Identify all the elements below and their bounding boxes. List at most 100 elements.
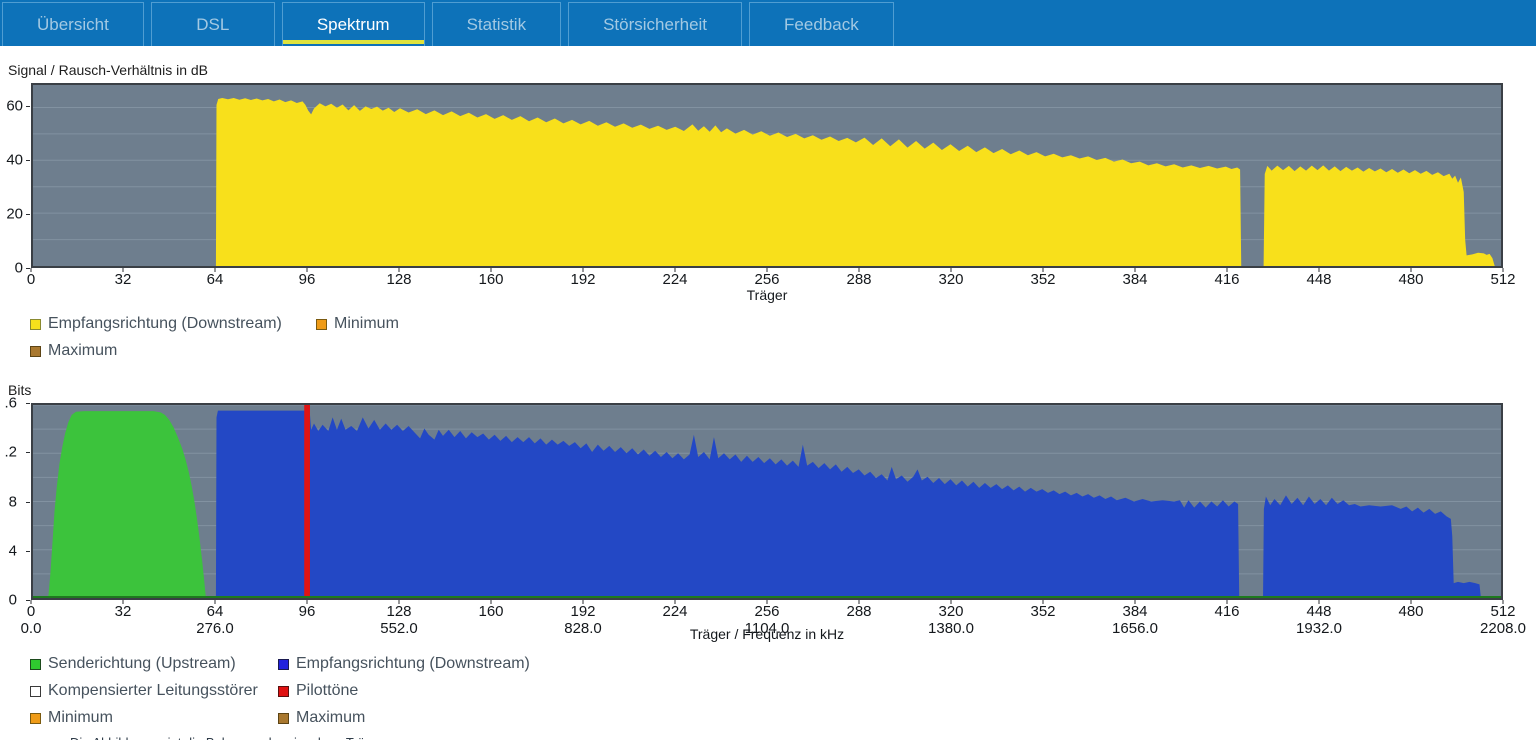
x-tick-label: 448 <box>1306 603 1331 620</box>
snr-chart-svg <box>33 85 1501 266</box>
tab-label: DSL <box>196 15 229 35</box>
freq-tick-label: 2208.0 <box>1480 620 1526 637</box>
downstream-swatch-icon <box>30 319 41 330</box>
legend-item-minimum: Minimum <box>30 709 278 727</box>
legend-label: Kompensierter Leitungsstörer <box>48 682 258 700</box>
x-tick-label: 288 <box>846 271 871 288</box>
tab-stoersicherheit[interactable]: Störsicherheit <box>568 2 742 46</box>
y-tick-label: 8 <box>9 494 17 509</box>
y-tick-mark <box>26 452 30 453</box>
x-tick-label: 416 <box>1214 271 1239 288</box>
dsl-spektrum-page: Übersicht DSL Spektrum Statistik Störsicherh… <box>0 0 1536 740</box>
freq-tick-label: 828.0 <box>564 620 602 637</box>
legend-item-upstream: Senderichtung (Upstream) <box>30 655 278 673</box>
tab-spektrum[interactable]: Spektrum <box>282 2 425 46</box>
freq-tick-label: 276.0 <box>196 620 234 637</box>
tab-label: Feedback <box>784 15 859 35</box>
x-tick-label: 192 <box>570 603 595 620</box>
downstream-swatch-icon <box>278 659 289 670</box>
maximum-swatch-icon <box>30 346 41 357</box>
tab-label: Störsicherheit <box>603 15 707 35</box>
y-tick-label: .2 <box>4 445 17 460</box>
x-tick-label: 448 <box>1306 271 1331 288</box>
x-tick-label: 480 <box>1398 603 1423 620</box>
x-tick-label: 96 <box>299 603 316 620</box>
x-tick-label: 128 <box>386 603 411 620</box>
bits-chart-svg <box>33 405 1501 598</box>
bits-legend: Senderichtung (Upstream)Empfangsrichtung… <box>30 655 650 727</box>
bits-chart-title: Bits <box>0 382 1536 398</box>
snr-x-axis: Träger 032649612816019222425628832035238… <box>31 268 1503 308</box>
bits-chart-section: Bits .6.2840 Träger / Frequenz in kHz 03… <box>0 382 1536 727</box>
tab-statistik[interactable]: Statistik <box>432 2 562 46</box>
legend-label: Empfangsrichtung (Downstream) <box>48 315 282 333</box>
snr-plot-area <box>31 83 1503 268</box>
x-tick-label: 384 <box>1122 271 1147 288</box>
x-tick-label: 64 <box>207 603 224 620</box>
x-tick-label: 0 <box>27 271 35 288</box>
y-tick-mark <box>26 268 30 269</box>
x-tick-label: 288 <box>846 603 871 620</box>
legend-item-downstream: Empfangsrichtung (Downstream) <box>278 655 650 673</box>
bits-chart-row: .6.2840 <box>0 403 1536 600</box>
x-tick-label: 352 <box>1030 271 1055 288</box>
y-tick-mark <box>26 600 30 601</box>
x-tick-label: 224 <box>662 603 687 620</box>
x-tick-label: 160 <box>478 271 503 288</box>
x-tick-label: 0 <box>27 603 35 620</box>
snr-legend: Empfangsrichtung (Downstream) Minimum Maxi… <box>30 315 650 360</box>
kompensierter-leitungsstoerer-swatch-icon <box>30 686 41 697</box>
legend-item-kompensierter-leitungsstoerer: Kompensierter Leitungsstörer <box>30 682 278 700</box>
y-tick-mark <box>26 106 30 107</box>
snr-chart-title: Signal / Rausch-Verhältnis in dB <box>0 62 1536 78</box>
tab-feedback[interactable]: Feedback <box>749 2 894 46</box>
upstream-swatch-icon <box>30 659 41 670</box>
y-tick-label: 0 <box>9 593 17 608</box>
x-tick-label: 352 <box>1030 603 1055 620</box>
freq-tick-label: 1656.0 <box>1112 620 1158 637</box>
legend-item-downstream: Empfangsrichtung (Downstream) <box>30 315 316 333</box>
legend-label: Maximum <box>48 342 117 360</box>
y-tick-mark <box>26 403 30 404</box>
freq-tick-label: 1104.0 <box>745 620 790 637</box>
x-tick-label: 480 <box>1398 271 1423 288</box>
legend-label: Maximum <box>296 709 365 727</box>
y-tick-label: 20 <box>6 206 23 221</box>
y-tick-label: 60 <box>6 98 23 113</box>
x-tick-label: 256 <box>754 271 779 288</box>
tab-bar: Übersicht DSL Spektrum Statistik Störsicherh… <box>0 0 1536 46</box>
minimum-swatch-icon <box>316 319 327 330</box>
minimum-swatch-icon <box>30 713 41 724</box>
y-tick-mark <box>26 160 30 161</box>
downstream-bits-area <box>33 411 1501 598</box>
legend-item-pilottoene: Pilottöne <box>278 682 650 700</box>
x-tick-label: 160 <box>478 603 503 620</box>
maximum-swatch-icon <box>278 713 289 724</box>
x-tick-label: 512 <box>1490 271 1515 288</box>
legend-item-maximum: Maximum <box>278 709 650 727</box>
snr-y-axis-labels: 6040200 <box>0 83 30 268</box>
freq-tick-label: 1932.0 <box>1296 620 1342 637</box>
freq-tick-label: 1380.0 <box>928 620 974 637</box>
tab-dsl[interactable]: DSL <box>151 2 275 46</box>
freq-tick-label: 552.0 <box>380 620 418 637</box>
x-tick-label: 384 <box>1122 603 1147 620</box>
clipped-paragraph: Die Abbildung zeigt die Belegung der ein… <box>70 736 387 740</box>
tab-label: Statistik <box>467 15 527 35</box>
downstream-snr-area <box>33 98 1501 266</box>
legend-label: Minimum <box>334 315 399 333</box>
snr-chart-row: 6040200 <box>0 83 1536 268</box>
y-tick-mark <box>26 214 30 215</box>
snr-x-axis-title: Träger <box>747 287 788 303</box>
y-tick-label: 40 <box>6 152 23 167</box>
tab-label: Übersicht <box>37 15 109 35</box>
bits-x-axis: Träger / Frequenz in kHz 032649612816019… <box>31 600 1503 648</box>
x-tick-label: 32 <box>115 271 132 288</box>
y-tick-mark <box>26 551 30 552</box>
x-tick-label: 96 <box>299 271 316 288</box>
x-tick-label: 512 <box>1490 603 1515 620</box>
x-tick-label: 32 <box>115 603 132 620</box>
tab-uebersicht[interactable]: Übersicht <box>2 2 144 46</box>
x-tick-label: 320 <box>938 603 963 620</box>
y-tick-label: 0 <box>15 261 23 276</box>
